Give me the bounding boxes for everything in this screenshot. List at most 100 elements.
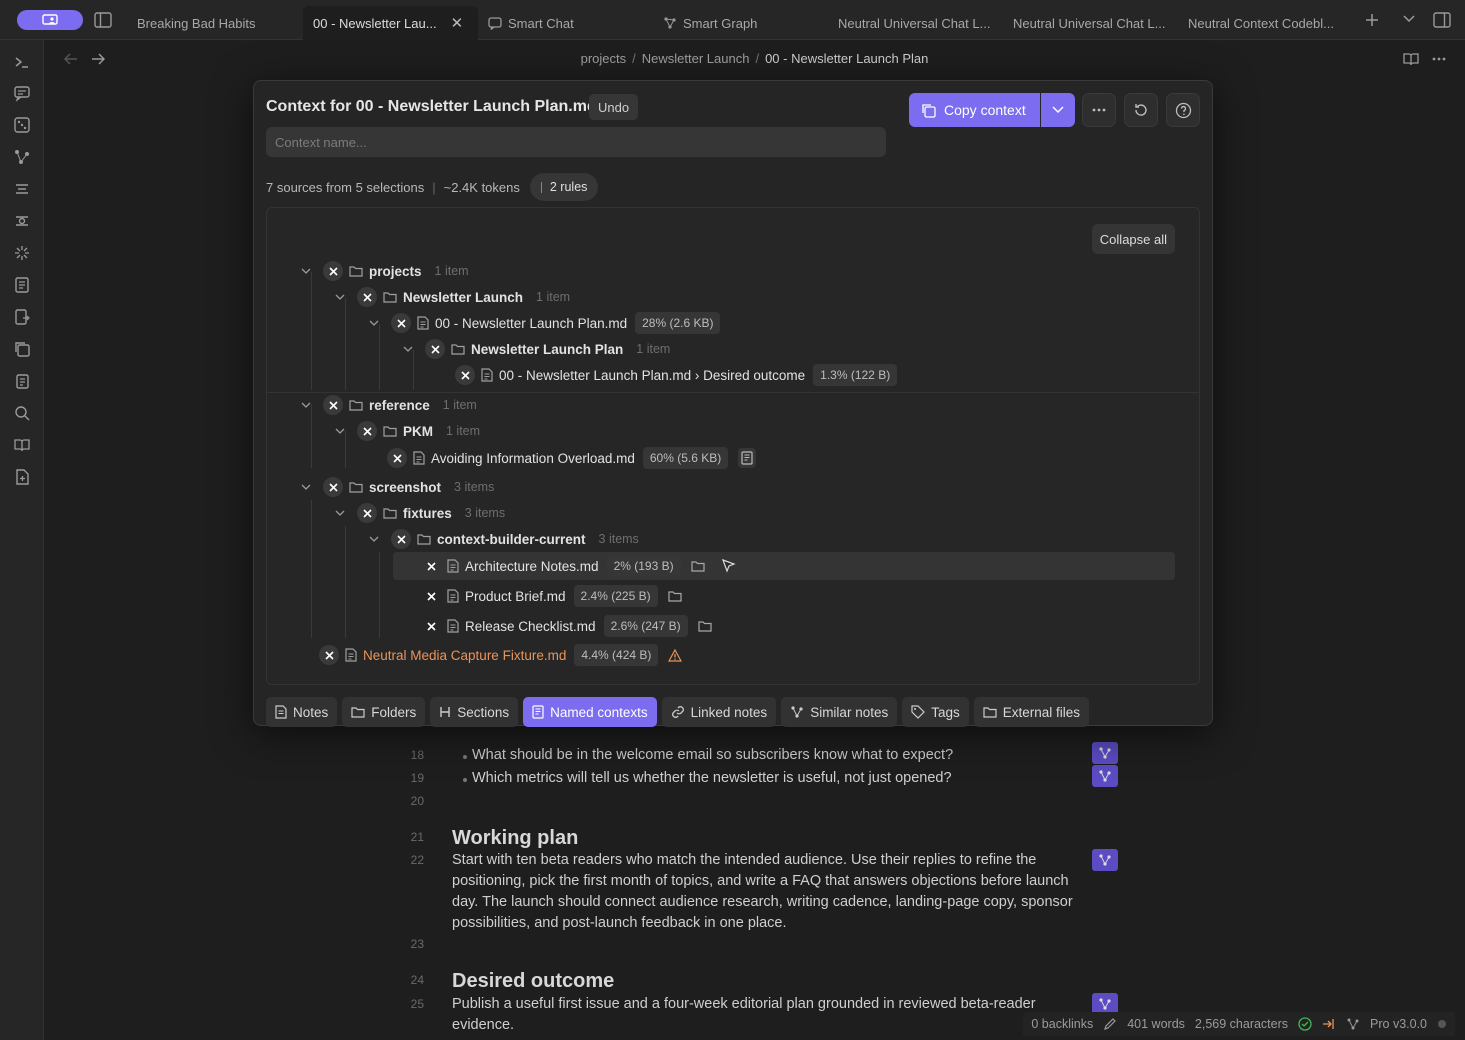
list-filter-icon[interactable]: [13, 180, 31, 198]
rules-button[interactable]: 2 rules: [529, 173, 599, 201]
remove-button[interactable]: [357, 421, 377, 441]
right-sidebar-toggle-icon[interactable]: [1433, 12, 1451, 28]
tree-row-file[interactable]: 00 - Newsletter Launch Plan.md 28% (2.6 …: [367, 310, 721, 336]
breadcrumb-projects[interactable]: projects: [581, 51, 627, 66]
tab-sections[interactable]: Sections: [430, 697, 519, 727]
search-graph-icon[interactable]: [13, 404, 31, 422]
folder-open-icon[interactable]: [698, 620, 712, 632]
tab-neutral-universal-chat-1[interactable]: Neutral Universal Chat L...: [828, 6, 1003, 40]
tab-smart-graph[interactable]: Smart Graph: [653, 6, 828, 40]
login-arrow-icon[interactable]: [1322, 1017, 1336, 1031]
remove-button[interactable]: [323, 395, 343, 415]
documents-icon[interactable]: [13, 372, 31, 390]
heading-working-plan[interactable]: Working plan: [452, 827, 578, 850]
remove-button[interactable]: [323, 261, 343, 281]
tab-linked-notes[interactable]: Linked notes: [661, 697, 777, 727]
chevron-down-icon[interactable]: [367, 320, 381, 326]
editor-line[interactable]: Which metrics will tell us whether the n…: [472, 768, 952, 789]
chevron-down-icon[interactable]: [299, 402, 313, 408]
named-context-icon[interactable]: [738, 448, 757, 468]
folder-open-icon[interactable]: [690, 560, 705, 572]
notebook-icon[interactable]: [13, 276, 31, 294]
chevron-down-icon[interactable]: [299, 268, 313, 274]
chevron-down-icon[interactable]: [1402, 14, 1416, 24]
context-name-input[interactable]: [266, 127, 886, 157]
editor-paragraph[interactable]: Publish a useful first issue and a four-…: [452, 994, 1082, 1036]
help-button[interactable]: [1166, 93, 1200, 127]
remove-button[interactable]: [391, 313, 411, 333]
tab-folders[interactable]: Folders: [342, 697, 426, 727]
tab-named-contexts[interactable]: Named contexts: [523, 697, 657, 727]
tab-smart-chat[interactable]: Smart Chat: [478, 6, 653, 40]
tree-row-folder[interactable]: reference 1 item: [299, 392, 477, 418]
chevron-down-icon[interactable]: [401, 346, 415, 352]
tree-row-folder[interactable]: PKM 1 item: [333, 418, 480, 444]
tree-row-folder[interactable]: context-builder-current 3 items: [367, 526, 639, 552]
sliders-icon[interactable]: [13, 212, 31, 230]
remove-button[interactable]: [357, 503, 377, 523]
tab-newsletter-launch-plan[interactable]: 00 - Newsletter Lau... ✕: [303, 6, 478, 40]
tab-tags[interactable]: Tags: [902, 697, 969, 727]
chevron-down-icon[interactable]: [333, 428, 347, 434]
reading-view-icon[interactable]: [1403, 52, 1419, 66]
tree-row-file[interactable]: Avoiding Information Overload.md 60% (5.…: [387, 445, 757, 471]
tree-row-folder[interactable]: screenshot 3 items: [299, 474, 494, 500]
tree-row-file-warning[interactable]: Neutral Media Capture Fixture.md 4.4% (4…: [319, 642, 683, 668]
terminal-icon[interactable]: [13, 53, 31, 71]
remove-button[interactable]: [421, 586, 441, 606]
tree-row-folder[interactable]: Newsletter Launch Plan 1 item: [401, 336, 670, 362]
breadcrumb-newsletter-launch[interactable]: Newsletter Launch: [642, 51, 750, 66]
sparkle-graph-icon[interactable]: [13, 244, 31, 262]
vault-switcher-button[interactable]: [17, 10, 83, 30]
tab-neutral-universal-chat-2[interactable]: Neutral Universal Chat L...: [1003, 6, 1178, 40]
warning-icon[interactable]: [668, 648, 683, 662]
remove-button[interactable]: [425, 339, 445, 359]
undo-button[interactable]: Undo: [589, 94, 639, 120]
editor-line[interactable]: What should be in the welcome email so s…: [472, 745, 953, 766]
tree-row-section[interactable]: 00 - Newsletter Launch Plan.md › Desired…: [455, 362, 898, 388]
more-actions-button[interactable]: [1082, 93, 1116, 127]
folder-open-icon[interactable]: [667, 590, 682, 602]
remove-button[interactable]: [319, 645, 339, 665]
remove-button[interactable]: [357, 287, 377, 307]
copy-context-button[interactable]: Copy context: [909, 93, 1040, 127]
tab-breaking-bad-habits[interactable]: Breaking Bad Habits: [127, 6, 303, 40]
chevron-down-icon[interactable]: [299, 484, 313, 490]
tree-row-folder[interactable]: projects 1 item: [299, 258, 469, 284]
remove-button[interactable]: [455, 365, 475, 385]
sync-check-icon[interactable]: [1298, 1017, 1312, 1031]
sidebar-toggle-icon[interactable]: [94, 12, 112, 28]
graph-icon[interactable]: [13, 148, 31, 166]
pencil-icon[interactable]: [1103, 1017, 1117, 1031]
remove-button[interactable]: [421, 616, 441, 636]
tab-similar-notes[interactable]: Similar notes: [781, 697, 898, 727]
remove-button[interactable]: [387, 448, 407, 468]
tree-row-folder[interactable]: fixtures 3 items: [333, 500, 505, 526]
editor-paragraph[interactable]: Start with ten beta readers who match th…: [452, 850, 1082, 934]
chevron-down-icon[interactable]: [333, 510, 347, 516]
tab-notes[interactable]: Notes: [266, 697, 338, 727]
copy-options-dropdown[interactable]: [1041, 93, 1075, 127]
smart-connections-badge[interactable]: [1092, 849, 1118, 871]
heading-desired-outcome[interactable]: Desired outcome: [452, 970, 614, 993]
remove-button[interactable]: [391, 529, 411, 549]
tree-row-file[interactable]: Product Brief.md 2.4% (225 B): [421, 583, 682, 609]
chat-icon[interactable]: [13, 84, 31, 102]
chevron-down-icon[interactable]: [333, 294, 347, 300]
smart-connections-badge[interactable]: [1092, 742, 1118, 764]
plugin-version[interactable]: Pro v3.0.0: [1370, 1017, 1427, 1031]
more-options-icon[interactable]: [1432, 57, 1446, 61]
smart-connections-badge[interactable]: [1092, 765, 1118, 787]
tree-row-file-hovered[interactable]: Architecture Notes.md 2% (193 B): [393, 552, 1175, 580]
new-tab-icon[interactable]: [1364, 12, 1380, 28]
remove-button[interactable]: [421, 556, 441, 576]
backlinks-count[interactable]: 0 backlinks: [1031, 1017, 1093, 1031]
tree-row-folder[interactable]: Newsletter Launch 1 item: [333, 284, 570, 310]
dice-icon[interactable]: [13, 116, 31, 134]
file-arrow-icon[interactable]: [13, 308, 31, 326]
collapse-all-button[interactable]: Collapse all: [1091, 224, 1175, 254]
book-open-icon[interactable]: [13, 436, 31, 454]
tree-row-file[interactable]: Release Checklist.md 2.6% (247 B): [421, 613, 712, 639]
files-copy-icon[interactable]: [13, 340, 31, 358]
tab-neutral-context-codeblock[interactable]: Neutral Context Codebl...: [1178, 6, 1353, 40]
